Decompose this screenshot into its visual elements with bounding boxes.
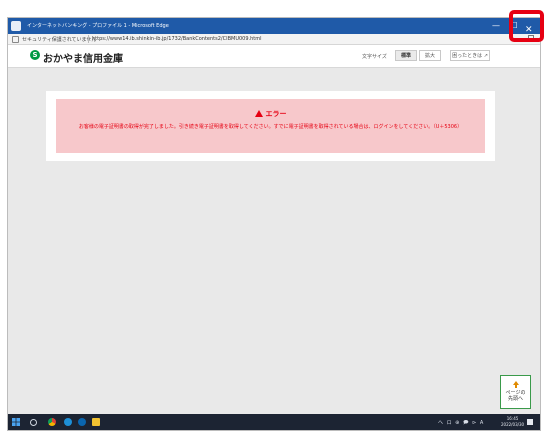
page-top-button[interactable]: ページの 先頭へ (500, 375, 531, 409)
close-button[interactable]: ✕ (525, 26, 533, 35)
browser-window: インターネットバンキング - プロファイル 1 - Microsoft Edge… (7, 17, 541, 431)
edge-icon[interactable] (64, 418, 72, 426)
site-header: S おかやま信用金庫 文字サイズ 標準 拡大 困ったときは ↗ (8, 45, 540, 68)
title-bar: インターネットバンキング - プロファイル 1 - Microsoft Edge… (8, 18, 540, 34)
help-button-label: 困ったときは (452, 53, 483, 59)
error-message: お客様の電子証明書の取得が完了しました。引き続き電子証明書を取得してください。す… (78, 124, 463, 130)
okayama-shinkin-logo-icon[interactable]: S (30, 50, 40, 60)
arrow-up-stem (515, 385, 517, 388)
main-content-panel: エラー お客様の電子証明書の取得が完了しました。引き続き電子証明書を取得してくだ… (46, 91, 495, 161)
error-title: エラー (265, 110, 287, 118)
windows-taskbar: へ ロ ⊕ 🗩 ⊳ A 16:45 2022/03/30 (8, 414, 540, 430)
notification-icon[interactable] (527, 419, 533, 425)
taskbar-clock[interactable]: 16:45 2022/03/30 (501, 416, 524, 428)
system-tray[interactable]: へ ロ ⊕ 🗩 ⊳ A (438, 419, 484, 428)
address-separator (88, 35, 89, 43)
external-link-icon: ↗ (483, 53, 488, 59)
chrome-icon[interactable] (48, 418, 56, 426)
font-size-label: 文字サイズ (362, 54, 387, 60)
bank-name-logo[interactable]: おかやま信用金庫 (43, 50, 123, 65)
search-icon[interactable] (30, 419, 37, 426)
minimize-button[interactable]: — (489, 20, 503, 32)
font-size-large-button[interactable]: 拡大 (419, 50, 441, 61)
edge-browser-icon[interactable] (78, 418, 86, 426)
error-message-box: エラー お客様の電子証明書の取得が完了しました。引き続き電子証明書を取得してくだ… (56, 99, 485, 153)
url-text[interactable]: https://www14.ib.shinkin-ib.jp/1732/Bank… (92, 36, 262, 42)
security-warning[interactable]: セキュリティ保護されていません (22, 36, 96, 43)
warning-triangle-icon (254, 110, 263, 117)
address-bar[interactable]: セキュリティ保護されていません https://www14.ib.shinkin… (8, 34, 540, 45)
page-top-label: ページの 先頭へ (505, 390, 526, 402)
file-explorer-icon[interactable] (92, 418, 100, 426)
window-title: インターネットバンキング - プロファイル 1 - Microsoft Edge (27, 23, 169, 29)
lock-icon (12, 36, 19, 43)
error-heading: エラー (56, 109, 485, 119)
help-button[interactable]: 困ったときは ↗ (450, 50, 490, 61)
font-size-standard-button[interactable]: 標準 (395, 50, 417, 61)
browser-icon (11, 21, 21, 31)
